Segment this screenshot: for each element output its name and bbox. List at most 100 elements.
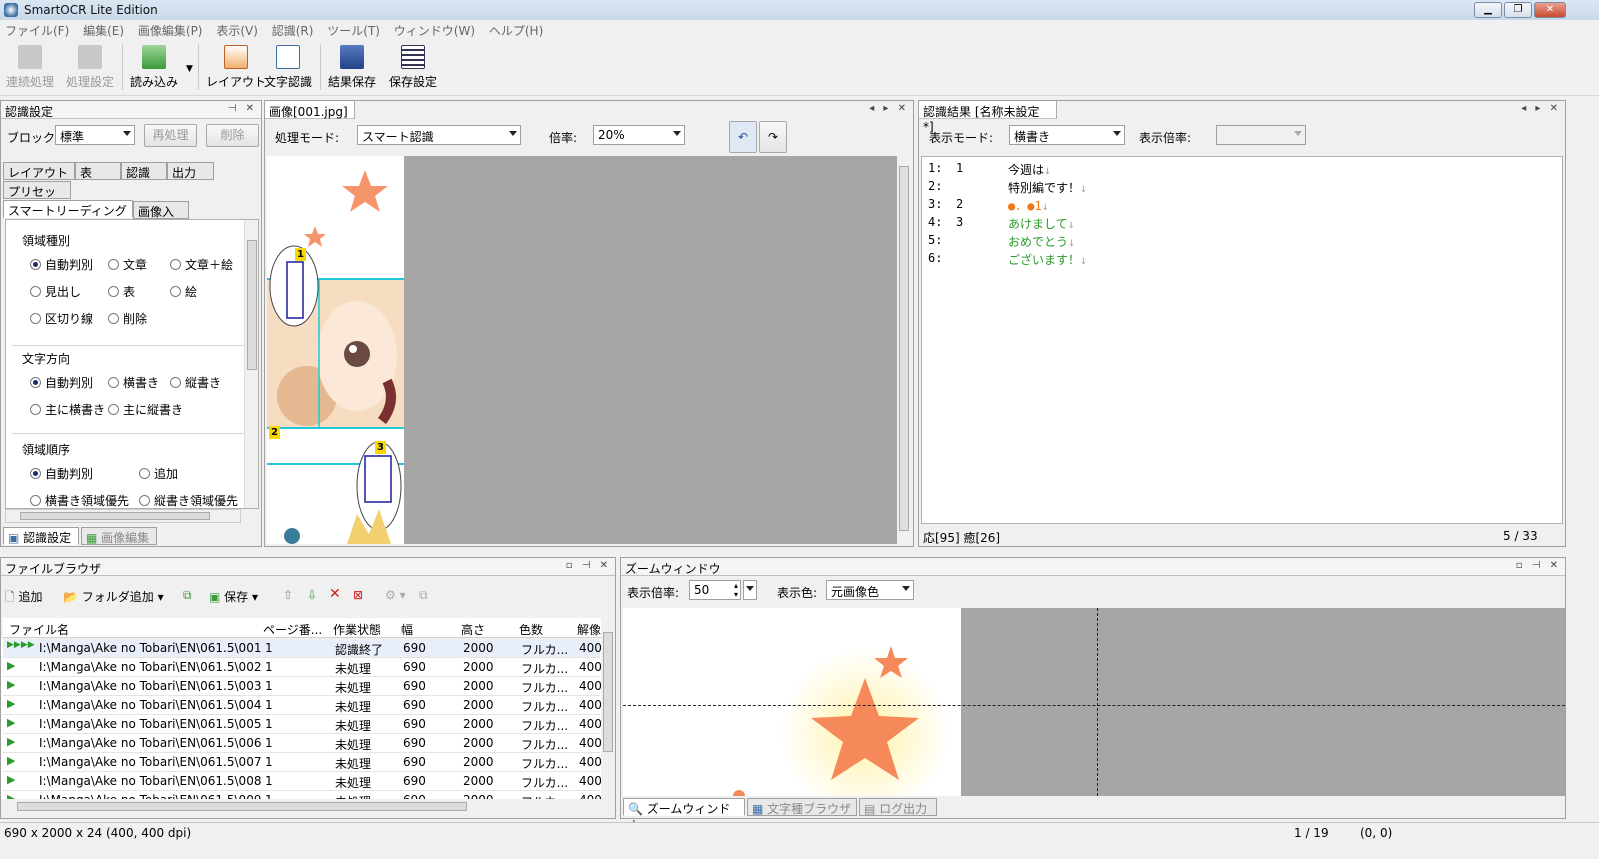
zoom-canvas[interactable] xyxy=(623,608,1565,796)
radio-order-vertical-first[interactable]: 縦書き領域優先 xyxy=(139,492,238,508)
col-resolution[interactable]: 解像 xyxy=(577,621,601,638)
radio-dir-auto[interactable]: 自動判別 xyxy=(30,374,93,391)
process-mode-select[interactable]: スマート認識 xyxy=(357,125,521,145)
menu-edit[interactable]: 編集(E) xyxy=(78,20,129,41)
tab-image-edit[interactable]: ▦ 画像編集 xyxy=(81,527,157,545)
tab-char-browser[interactable]: ▦ 文字種ブラウザ xyxy=(747,798,857,816)
rotate-right-button[interactable]: ↷ xyxy=(759,121,787,153)
zoom-select[interactable]: 20% xyxy=(593,125,685,145)
radio-region-table[interactable]: 表 xyxy=(108,283,135,300)
image-tab[interactable]: 画像[001.jpg] xyxy=(265,101,355,119)
move-up-icon[interactable]: ⇧ xyxy=(283,588,293,602)
col-filename[interactable]: ファイル名 xyxy=(9,621,69,638)
menu-image-edit[interactable]: 画像編集(P) xyxy=(133,20,208,41)
panel-pin-close[interactable]: ⊣ ✕ xyxy=(228,103,257,114)
settings-vscrollbar[interactable] xyxy=(244,220,258,508)
zoom-level-dropdown[interactable] xyxy=(743,580,757,600)
table-row[interactable]: ▶ I:\Manga\Ake no Tobari\EN\061.5\003.jpg… xyxy=(3,677,601,696)
table-row[interactable]: ▶▶▶▶ I:\Manga\Ake no Tobari\EN\061.5\001.… xyxy=(3,639,601,658)
tab-recognition[interactable]: 認識 xyxy=(121,162,167,180)
col-width[interactable]: 幅 xyxy=(401,621,413,638)
table-row[interactable]: ▶ I:\Manga\Ake no Tobari\EN\061.5\004.jpg… xyxy=(3,696,601,715)
move-down-icon[interactable]: ⇩ xyxy=(307,588,317,602)
menu-window[interactable]: ウィンドウ(W) xyxy=(389,20,480,41)
radio-order-horizontal-first[interactable]: 横書き領域優先 xyxy=(30,492,129,508)
remove-icon[interactable]: ✕ xyxy=(329,586,341,602)
tab-table[interactable]: 表 xyxy=(75,162,121,180)
rotate-left-button[interactable]: ↶ xyxy=(729,121,757,153)
image-canvas[interactable]: 1 2 3 xyxy=(267,156,911,544)
process-icon[interactable]: ⚙ ▾ xyxy=(385,588,406,602)
radio-region-heading[interactable]: 見出し xyxy=(30,283,81,300)
file-browser-controls[interactable]: ▫ ⊣ ✕ xyxy=(566,560,611,571)
menu-tools[interactable]: ツール(T) xyxy=(322,20,385,41)
batch-button[interactable]: 連続処理 xyxy=(6,45,54,90)
save-result-button[interactable]: 結果保存 xyxy=(328,45,376,90)
process-settings-button[interactable]: 処理設定 xyxy=(66,45,114,90)
result-tab[interactable]: 認識結果 [名称未設定 *] xyxy=(919,101,1057,134)
add-button[interactable]: 🗋 追加 xyxy=(5,588,42,609)
radio-order-add[interactable]: 追加 xyxy=(139,465,178,482)
radio-region-image[interactable]: 絵 xyxy=(170,283,197,300)
minimize-button[interactable]: ▁ xyxy=(1474,2,1502,18)
col-page[interactable]: ページ番... xyxy=(263,621,322,638)
table-row[interactable]: ▶ I:\Manga\Ake no Tobari\EN\061.5\009.jpg… xyxy=(3,791,601,799)
menu-help[interactable]: ヘルプ(H) xyxy=(484,20,548,41)
tab-zoom-window[interactable]: 🔍 ズームウィンドウ xyxy=(623,798,745,833)
menu-file[interactable]: ファイル(F) xyxy=(0,20,74,41)
result-panel-controls[interactable]: ◂ ▸ ✕ xyxy=(1521,103,1561,114)
result-text-area[interactable]: 1: 1 今週は↓ 2: 特別編です！↓ 3: 2 ●．●1↓ 4: 3 あけま… xyxy=(921,156,1563,524)
tab-preset[interactable]: プリセット xyxy=(3,181,71,216)
radio-region-text[interactable]: 文章 xyxy=(108,256,147,273)
settings-hscrollbar[interactable] xyxy=(5,509,241,523)
save-settings-button[interactable]: 保存設定 xyxy=(389,45,437,90)
display-mode-select[interactable]: 横書き xyxy=(1009,125,1125,145)
col-colors[interactable]: 色数 xyxy=(519,621,543,638)
col-status[interactable]: 作業状態 xyxy=(333,621,381,638)
display-color-select[interactable]: 元画像色 xyxy=(826,580,914,600)
file-hscrollbar[interactable] xyxy=(3,800,601,814)
image-vscrollbar[interactable] xyxy=(897,156,911,544)
block-select[interactable]: 標準 xyxy=(55,125,135,145)
table-row[interactable]: ▶ I:\Manga\Ake no Tobari\EN\061.5\005.jpg… xyxy=(3,715,601,734)
menu-recognize[interactable]: 認識(R) xyxy=(267,20,319,41)
radio-region-delete[interactable]: 削除 xyxy=(108,310,147,327)
radio-region-auto[interactable]: 自動判別 xyxy=(30,256,93,273)
add-folder-button[interactable]: 📂 フォルダ追加 ▾ xyxy=(63,588,164,605)
col-height[interactable]: 高さ xyxy=(461,621,485,638)
tab-layout[interactable]: レイアウト xyxy=(3,162,75,180)
table-row[interactable]: ▶ I:\Manga\Ake no Tobari\EN\061.5\008.jpg… xyxy=(3,772,601,791)
copy-icon[interactable]: ⧉ xyxy=(183,588,192,603)
zoom-level-spinner[interactable]: 50 ▴ ▾ xyxy=(689,580,741,600)
display-zoom-select[interactable] xyxy=(1216,125,1306,145)
reprocess-button[interactable]: 再処理 xyxy=(144,124,197,147)
table-row[interactable]: ▶ I:\Manga\Ake no Tobari\EN\061.5\002.jpg… xyxy=(3,658,601,677)
table-row[interactable]: ▶ I:\Manga\Ake no Tobari\EN\061.5\006.jpg… xyxy=(3,734,601,753)
delete-button[interactable]: 削除 xyxy=(206,124,259,147)
tab-recognition-settings[interactable]: ▣ 認識設定 xyxy=(3,527,79,545)
table-row[interactable]: ▶ I:\Manga\Ake no Tobari\EN\061.5\007.jpg… xyxy=(3,753,601,772)
tab-output[interactable]: 出力 xyxy=(167,162,214,180)
maximize-button[interactable]: ❐ xyxy=(1504,2,1532,18)
clear-icon[interactable]: ⊠ xyxy=(353,588,363,602)
menu-view[interactable]: 表示(V) xyxy=(211,20,263,41)
radio-order-auto[interactable]: 自動判別 xyxy=(30,465,93,482)
recognize-button[interactable]: 文字認識 xyxy=(264,45,312,90)
save-button[interactable]: ▣ 保存 ▾ xyxy=(209,588,258,605)
radio-dir-mostly-vertical[interactable]: 主に縦書き xyxy=(108,401,183,418)
image-panel-controls[interactable]: ◂ ▸ ✕ xyxy=(869,103,909,114)
radio-dir-mostly-horizontal[interactable]: 主に横書き xyxy=(30,401,105,418)
close-button[interactable]: ✕ xyxy=(1534,2,1566,18)
load-button[interactable]: 読み込み xyxy=(130,45,178,90)
radio-region-separator[interactable]: 区切り線 xyxy=(30,310,93,327)
file-vscrollbar[interactable] xyxy=(601,618,615,800)
tab-log-output[interactable]: ▤ ログ出力 xyxy=(859,798,937,816)
tab-smart-reading[interactable]: スマートリーディング xyxy=(3,200,133,218)
load-dropdown-icon[interactable]: ▼ xyxy=(186,64,193,74)
export-icon[interactable]: ⧉ xyxy=(419,588,428,603)
radio-dir-horizontal[interactable]: 横書き xyxy=(108,374,159,391)
zoom-window-controls[interactable]: ▫ ⊣ ✕ xyxy=(1516,560,1561,571)
layout-button[interactable]: レイアウト xyxy=(206,45,266,90)
radio-region-text-image[interactable]: 文章＋絵 xyxy=(170,256,233,273)
radio-dir-vertical[interactable]: 縦書き xyxy=(170,374,221,391)
